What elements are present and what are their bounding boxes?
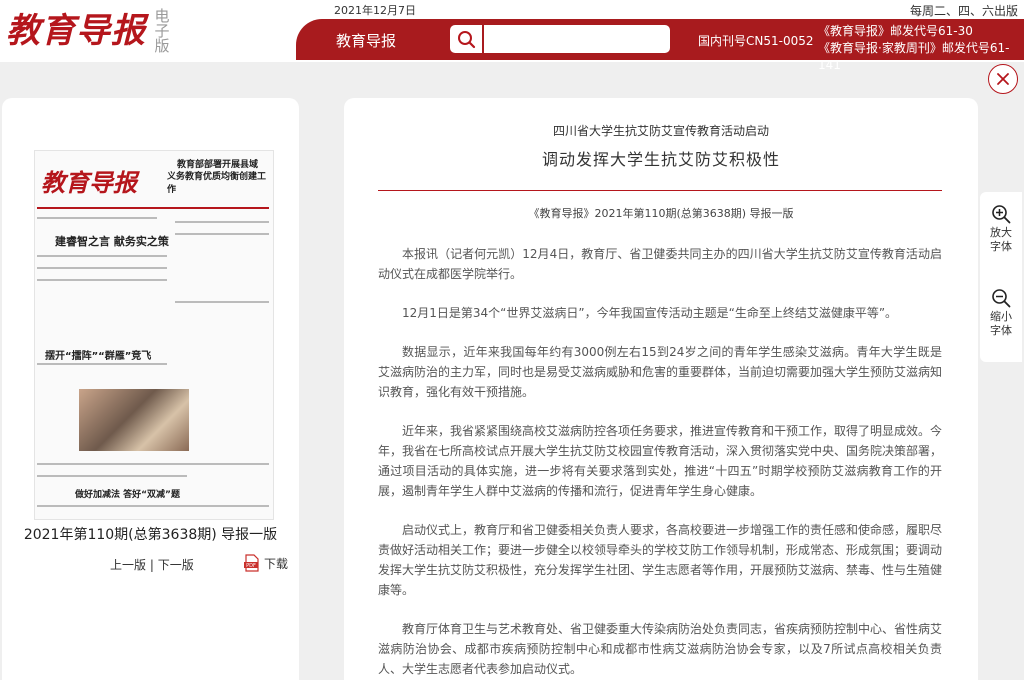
logo-text: 教育导报 [6, 11, 146, 51]
article-panel: 四川省大学生抗艾防艾宣传教育活动启动 调动发挥大学生抗艾防艾积极性 《教育导报》… [344, 98, 978, 680]
next-page-link[interactable]: 下一版 [158, 558, 194, 572]
prev-page-link[interactable]: 上一版 [110, 558, 146, 572]
article-body: 本报讯（记者何元凯）12月4日，教育厅、省卫健委共同主办的四川省大学生抗艾防艾宣… [378, 244, 942, 680]
zoom-in-icon [992, 205, 1011, 224]
pdf-icon: PDF [244, 554, 259, 572]
page-thumbnail[interactable]: 教育导报 教育部部署开展县域 义务教育优质均衡创建工作 建睿智之言 献务实之策 … [34, 150, 274, 520]
headline-divider [378, 190, 942, 191]
thumbnail-text-line [37, 279, 167, 281]
close-button[interactable] [988, 64, 1018, 94]
issue-label: 2021年第110期(总第3638期) 导报一版 [23, 527, 278, 543]
thumbnail-text-line [37, 475, 187, 477]
article-paragraph: 教育厅体育卫生与艺术教育处、省卫健委重大传染病防治处负责同志，省疾病预防控制中心… [378, 622, 943, 676]
shrink-font-label-2: 字体 [990, 324, 1012, 337]
font-size-tools: 放大 字体 缩小 字体 [980, 192, 1022, 362]
enlarge-font-button[interactable]: 放大 字体 [980, 204, 1022, 254]
domestic-issn: 国内刊号CN51-0052 [698, 34, 814, 48]
thumbnail-text-line [37, 463, 269, 465]
download-pdf-button[interactable]: PDF 下载 [244, 554, 288, 572]
header-red-bar: 教育导报 国内刊号CN51-0052 《教育导报》邮发代号61-30 《教育导报… [296, 19, 1024, 72]
article-paragraph: 12月1日是第34个“世界艾滋病日”，今年我国宣传活动主题是“生命至上终结艾滋健… [402, 306, 898, 320]
thumbnail-headline: 做好加减法 答好“双减”题 [75, 490, 180, 500]
shrink-font-label-1: 缩小 [990, 310, 1012, 323]
thumbnail-text-line [37, 363, 167, 365]
article-kicker: 四川省大学生抗艾防艾宣传教育活动启动 [552, 124, 769, 138]
article-paragraph: 数据显示，近年来我国每年约有3000例左右15到24岁之间的青年学生感染艾滋病。… [378, 345, 943, 399]
postal-code-1: 《教育导报》邮发代号61-30 [818, 24, 973, 38]
article-source: 《教育导报》2021年第110期(总第3638期) 导报一版 [528, 207, 794, 220]
article-paragraph: 启动仪式上，教育厅和省卫健委相关负责人要求，各高校要进一步增强工作的责任感和使命… [378, 523, 943, 597]
logo-subtitle: 电 子 版 [154, 6, 170, 55]
thumbnail-text-line [175, 233, 269, 235]
article-headline: 调动发挥大学生抗艾防艾积极性 [541, 150, 780, 169]
thumbnail-masthead: 教育导报 [41, 168, 137, 197]
page-navigation: 上一版 | 下一版 [110, 556, 194, 573]
thumbnail-headline: 建睿智之言 献务实之策 [55, 235, 169, 248]
zoom-out-icon [992, 289, 1011, 308]
newspaper-title[interactable]: 教育导报 [336, 30, 396, 51]
page-preview-panel: 教育导报 教育部部署开展县域 义务教育优质均衡创建工作 建睿智之言 献务实之策 … [2, 98, 299, 680]
site-logo[interactable]: 教育导报 电 子 版 [6, 2, 170, 60]
thumbnail-headline: 摆开“擂阵”“群雁”竞飞 [45, 351, 152, 362]
search-button[interactable] [450, 25, 482, 53]
article-paragraph: 本报讯（记者何元凯）12月4日，教育厅、省卫健委共同主办的四川省大学生抗艾防艾宣… [378, 247, 942, 281]
enlarge-font-label-1: 放大 [990, 226, 1012, 239]
thumbnail-photo [79, 389, 189, 451]
nav-separator: | [149, 558, 154, 572]
search-icon [458, 31, 476, 49]
thumbnail-text-line [175, 221, 269, 223]
article-paragraph: 近年来，我省紧紧围绕高校艾滋病防控各项任务要求，推进宣传教育和干预工作，取得了明… [378, 424, 943, 498]
thumbnail-text-line [37, 217, 157, 219]
thumbnail-text-line [175, 301, 269, 303]
thumbnail-rule [37, 207, 269, 209]
download-label: 下载 [264, 556, 289, 571]
thumbnail-text-line [37, 255, 167, 257]
pdf-icon-label: PDF [246, 563, 256, 569]
shrink-font-button[interactable]: 缩小 字体 [980, 288, 1022, 338]
search-input[interactable] [484, 25, 670, 53]
close-icon [997, 73, 1009, 85]
thumbnail-text-line [37, 267, 167, 269]
enlarge-font-label-2: 字体 [990, 240, 1012, 253]
publish-schedule: 每周二、四、六出版 [909, 4, 1018, 18]
issue-date: 2021年12月7日 [334, 4, 416, 17]
site-header: 教育导报 电 子 版 2021年12月7日 每周二、四、六出版 教育导报 国内刊… [0, 0, 1024, 72]
thumbnail-text-line [37, 505, 269, 507]
thumbnail-headline: 义务教育优质均衡创建工作 [167, 172, 267, 195]
